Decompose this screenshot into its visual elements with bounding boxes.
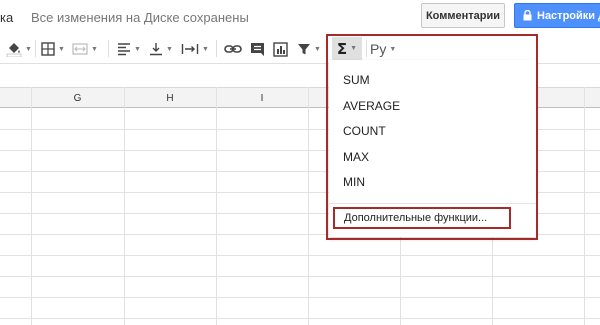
toolbar-divider — [366, 40, 367, 57]
insert-chart-button[interactable] — [273, 38, 288, 60]
share-button[interactable]: Настройки д — [514, 3, 600, 28]
merge-cells-icon — [72, 43, 88, 55]
menu-item-max[interactable]: MAX — [343, 150, 369, 164]
text-wrap-button[interactable]: ▼ — [181, 38, 209, 60]
chevron-down-icon: ▼ — [91, 45, 98, 53]
fill-color-button[interactable]: ▼ — [6, 38, 32, 60]
valign-bottom-icon — [150, 43, 162, 56]
grid-row-line — [0, 318, 600, 319]
borders-icon — [41, 42, 55, 56]
menu-item-average[interactable]: AVERAGE — [343, 99, 400, 113]
chevron-down-icon: ▼ — [389, 45, 397, 53]
horizontal-align-button[interactable]: ▼ — [117, 38, 141, 60]
share-button-label: Настройки д — [537, 9, 600, 22]
text-wrap-icon — [181, 44, 199, 54]
grid-column-line — [216, 87, 217, 325]
input-tools-button[interactable]: Ру ▼ — [370, 38, 396, 60]
comment-icon — [251, 42, 264, 56]
grid-row-line — [0, 276, 600, 277]
toolbar-divider — [35, 40, 36, 57]
chevron-down-icon: ▼ — [314, 45, 321, 53]
align-left-icon — [118, 43, 130, 56]
lock-icon — [523, 10, 532, 21]
sigma-icon: Σ — [336, 39, 348, 58]
more-functions-label: Дополнительные функции... — [344, 212, 488, 224]
vertical-align-button[interactable]: ▼ — [149, 38, 173, 60]
chart-icon — [273, 41, 288, 57]
grid-row-line — [0, 255, 600, 256]
toolbar: ▼ ▼ ▼ ▼ ▼ ▼ ▼ Σ ▼ Ру ▼ — [0, 36, 600, 63]
menu-item-min[interactable]: MIN — [343, 175, 365, 189]
chevron-down-icon: ▼ — [58, 45, 65, 53]
filter-icon — [298, 44, 310, 55]
menu-item-sum[interactable]: SUM — [343, 73, 370, 87]
chevron-down-icon: ▼ — [134, 45, 141, 53]
link-icon — [224, 45, 242, 53]
comments-button[interactable]: Комментарии — [421, 3, 505, 28]
input-tools-label: Ру — [370, 41, 387, 57]
menu-divider — [329, 203, 536, 204]
document-title[interactable]: ка — [0, 10, 13, 25]
toolbar-divider — [108, 40, 109, 57]
menu-item-count[interactable]: COUNT — [343, 124, 386, 138]
borders-button[interactable]: ▼ — [41, 38, 65, 60]
fill-color-icon — [6, 43, 22, 57]
filter-button[interactable]: ▼ — [297, 38, 321, 60]
grid-row-line — [0, 297, 600, 298]
grid-column-line — [124, 87, 125, 325]
comments-button-label: Комментарии — [425, 9, 501, 22]
chevron-down-icon: ▼ — [25, 45, 32, 53]
save-status: Все изменения на Диске сохранены — [31, 10, 249, 25]
merge-cells-button[interactable]: ▼ — [72, 38, 98, 60]
functions-dropdown-menu: SUM AVERAGE COUNT MAX MIN Дополнительные… — [329, 60, 536, 237]
chevron-down-icon: ▼ — [350, 45, 358, 52]
menu-item-more-functions[interactable]: Дополнительные функции... — [333, 207, 511, 229]
insert-link-button[interactable] — [224, 38, 242, 60]
grid-column-line — [584, 87, 585, 325]
chevron-down-icon: ▼ — [202, 45, 209, 53]
chevron-down-icon: ▼ — [166, 45, 173, 53]
insert-comment-button[interactable] — [250, 38, 265, 60]
functions-button[interactable]: Σ ▼ — [332, 37, 362, 60]
grid-column-line — [308, 87, 309, 325]
title-bar: ка Все изменения на Диске сохранены Комм… — [0, 0, 600, 36]
grid-column-line — [31, 87, 32, 325]
toolbar-divider — [216, 40, 217, 57]
